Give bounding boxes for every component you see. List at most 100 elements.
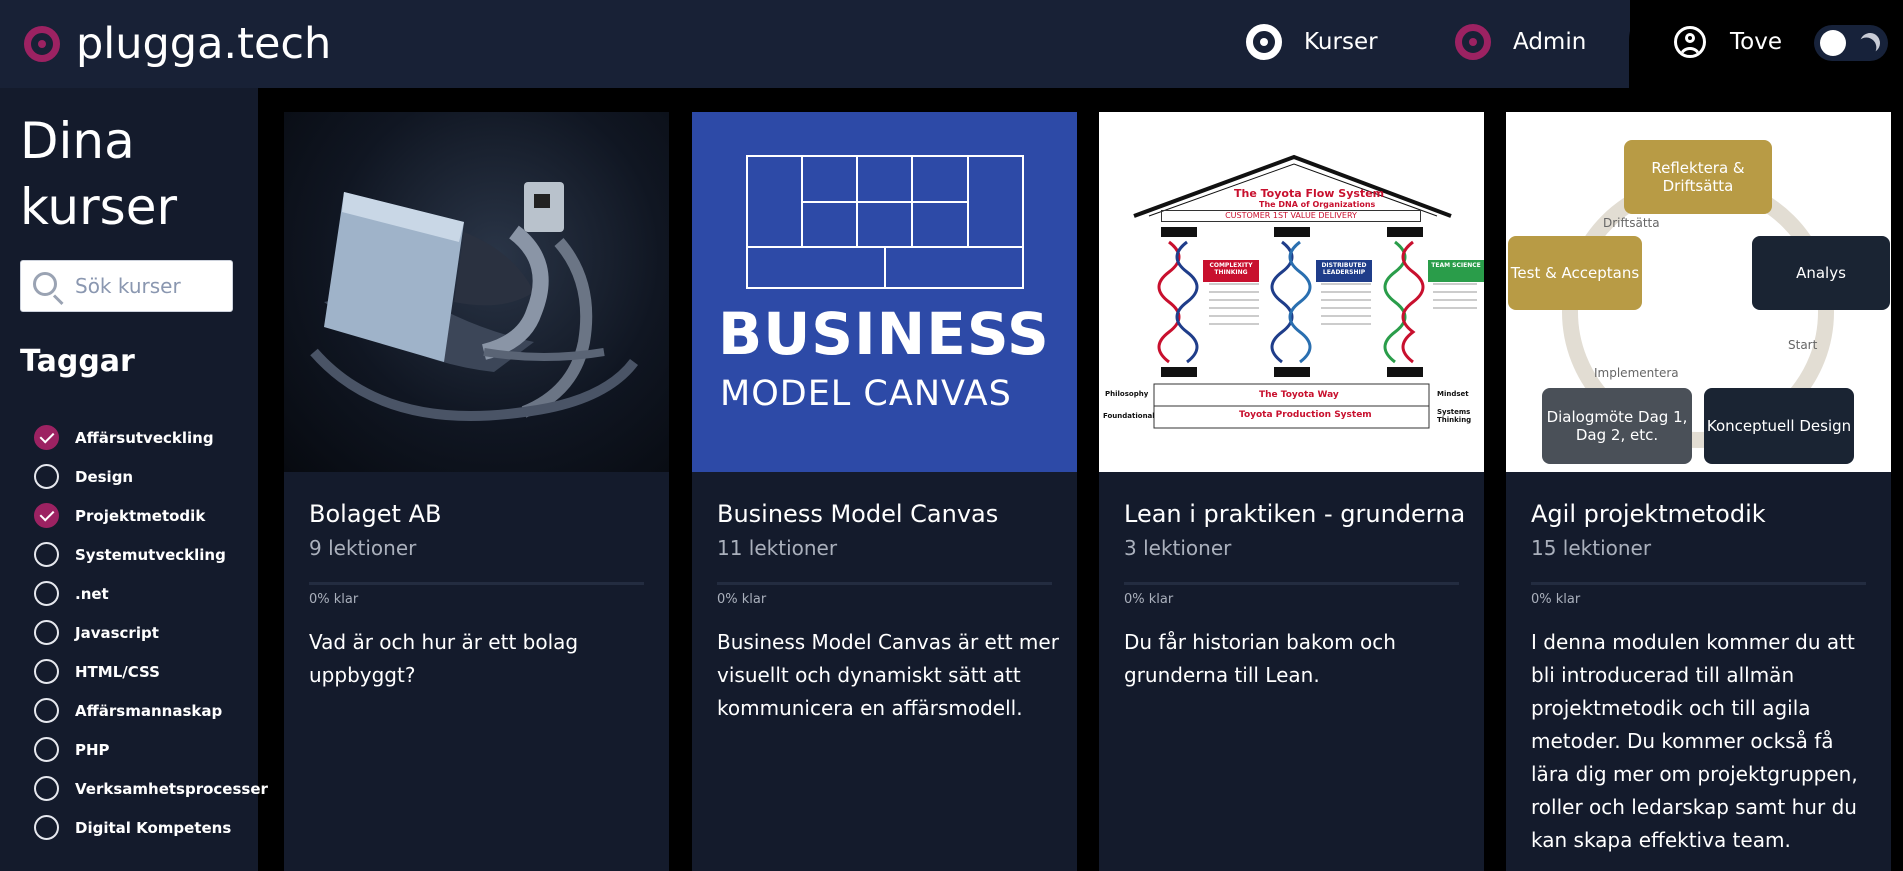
- course-title: Lean i praktiken - grunderna: [1124, 500, 1466, 528]
- tag-label: PHP: [75, 740, 110, 759]
- course-card-bmc[interactable]: BUSINESS MODEL CANVAS Business Model Can…: [692, 112, 1077, 871]
- sidebar: Dina kurser Taggar Affärsutveckling Desig…: [0, 88, 268, 871]
- tag-label: Verksamhetsprocesser: [75, 779, 268, 798]
- search-input[interactable]: [75, 261, 230, 311]
- lesson-count: 11 lektioner: [717, 536, 838, 560]
- moon-icon: [1857, 30, 1883, 56]
- empty-circle-icon[interactable]: [34, 815, 59, 840]
- empty-circle-icon[interactable]: [34, 776, 59, 801]
- image-text: The Toyota Way: [1259, 390, 1339, 400]
- tag-filter[interactable]: Systemutveckling: [34, 535, 268, 574]
- empty-circle-icon[interactable]: [34, 620, 59, 645]
- image-text: The Toyota Flow System: [1234, 187, 1385, 200]
- progress-label: 0% klar: [309, 592, 359, 607]
- course-title: Business Model Canvas: [717, 500, 999, 528]
- user-name: Tove: [1730, 29, 1782, 55]
- user-menu[interactable]: Tove: [1674, 26, 1782, 58]
- tag-label: Digital Kompetens: [75, 818, 232, 837]
- course-image: Reflektera & Driftsätta Test & Acceptans…: [1506, 112, 1891, 472]
- image-text: Implementera: [1594, 366, 1679, 380]
- tag-filter[interactable]: Digital Kompetens: [34, 808, 268, 847]
- tag-filter[interactable]: Design: [34, 457, 268, 496]
- course-card-bolaget[interactable]: Bolaget AB 9 lektioner 0% klar Vad är oc…: [284, 112, 669, 871]
- progress-label: 0% klar: [717, 592, 767, 607]
- target-icon: [1455, 24, 1491, 60]
- tag-label: HTML/CSS: [75, 662, 160, 681]
- image-text: DISTRIBUTED LEADERSHIP: [1316, 260, 1372, 282]
- course-image: The Toyota Flow System The DNA of Organi…: [1099, 112, 1484, 472]
- image-text: Analys: [1752, 236, 1890, 310]
- tag-label: Affärsutveckling: [75, 428, 214, 447]
- progress-label: 0% klar: [1531, 592, 1581, 607]
- tag-filter[interactable]: Affärsutveckling: [34, 418, 268, 457]
- progress-bar: [717, 582, 1052, 585]
- image-text: Test & Acceptans: [1508, 236, 1642, 310]
- progress-bar: [1531, 582, 1866, 585]
- user-area: Tove: [1629, 0, 1903, 88]
- tag-filter[interactable]: Verksamhetsprocesser: [34, 769, 268, 808]
- image-text: CUSTOMER 1ST VALUE DELIVERY: [1161, 210, 1421, 222]
- tag-label: Affärsmannaskap: [75, 701, 223, 720]
- course-title: Agil projektmetodik: [1531, 500, 1766, 528]
- tag-filter[interactable]: .net: [34, 574, 268, 613]
- course-card-lean[interactable]: The Toyota Flow System The DNA of Organi…: [1099, 112, 1484, 871]
- tag-filter[interactable]: Affärsmannaskap: [34, 691, 268, 730]
- tag-label: Projektmetodik: [75, 506, 206, 525]
- image-text: Toyota Production System: [1239, 410, 1372, 420]
- progress-bar: [309, 582, 644, 585]
- progress-bar: [1124, 582, 1459, 585]
- image-text: Systems Thinking: [1437, 408, 1472, 424]
- image-text: Philosophy: [1105, 390, 1149, 398]
- tag-filter[interactable]: PHP: [34, 730, 268, 769]
- course-title: Bolaget AB: [309, 500, 442, 528]
- empty-circle-icon[interactable]: [34, 464, 59, 489]
- top-header: plugga.tech Kurser Admin Tove: [0, 0, 1903, 88]
- logo[interactable]: plugga.tech: [24, 20, 331, 68]
- empty-circle-icon[interactable]: [34, 737, 59, 762]
- nav-admin[interactable]: Admin: [1455, 24, 1586, 60]
- image-text: Start: [1788, 338, 1818, 352]
- empty-circle-icon[interactable]: [34, 659, 59, 684]
- user-icon: [1674, 26, 1706, 58]
- course-card-agil[interactable]: Reflektera & Driftsätta Test & Acceptans…: [1506, 112, 1891, 871]
- theme-toggle[interactable]: [1814, 25, 1888, 61]
- tag-filter[interactable]: HTML/CSS: [34, 652, 268, 691]
- image-text: Foundational: [1103, 412, 1155, 420]
- lesson-count: 3 lektioner: [1124, 536, 1232, 560]
- nav-kurser[interactable]: Kurser: [1246, 24, 1378, 60]
- search-icon: [33, 272, 57, 296]
- image-text: Konceptuell Design: [1704, 388, 1854, 464]
- empty-circle-icon[interactable]: [34, 698, 59, 723]
- course-image: BUSINESS MODEL CANVAS: [692, 112, 1077, 472]
- image-text: The DNA of Organizations: [1259, 200, 1376, 209]
- logo-icon: [24, 26, 60, 62]
- tag-label: Design: [75, 467, 134, 486]
- tag-label: .net: [75, 584, 109, 603]
- course-description: Vad är och hur är ett bolag uppbyggt?: [309, 630, 579, 687]
- nav-label: Admin: [1513, 29, 1587, 55]
- tags-heading: Taggar: [20, 344, 135, 379]
- lesson-count: 9 lektioner: [309, 536, 417, 560]
- empty-circle-icon[interactable]: [34, 542, 59, 567]
- course-description: I denna modulen kommer du att bli introd…: [1531, 630, 1858, 852]
- checked-circle-icon[interactable]: [34, 503, 59, 528]
- empty-circle-icon[interactable]: [34, 581, 59, 606]
- logo-text: plugga.tech: [76, 19, 332, 69]
- tag-filter[interactable]: Javascript: [34, 613, 268, 652]
- tag-filter[interactable]: Projektmetodik: [34, 496, 268, 535]
- image-text: Reflektera & Driftsätta: [1624, 140, 1772, 214]
- image-text: Dialogmöte Dag 1, Dag 2, etc.: [1542, 388, 1692, 464]
- checked-circle-icon[interactable]: [34, 425, 59, 450]
- search-box[interactable]: [20, 260, 233, 312]
- course-description: Du får historian bakom och grunderna til…: [1124, 630, 1396, 687]
- course-image: [284, 112, 669, 472]
- course-description: Business Model Canvas är ett mer visuell…: [717, 630, 1059, 720]
- tag-list: Affärsutveckling Design Projektmetodik Syst…: [34, 418, 268, 847]
- toggle-knob: [1820, 30, 1846, 56]
- target-icon: [1246, 24, 1282, 60]
- image-text: MODEL CANVAS: [720, 374, 1012, 414]
- nav-label: Kurser: [1304, 29, 1378, 55]
- image-text: BUSINESS: [718, 300, 1050, 368]
- page-title: Dina kurser: [20, 112, 178, 236]
- image-text: Mindset: [1437, 390, 1469, 398]
